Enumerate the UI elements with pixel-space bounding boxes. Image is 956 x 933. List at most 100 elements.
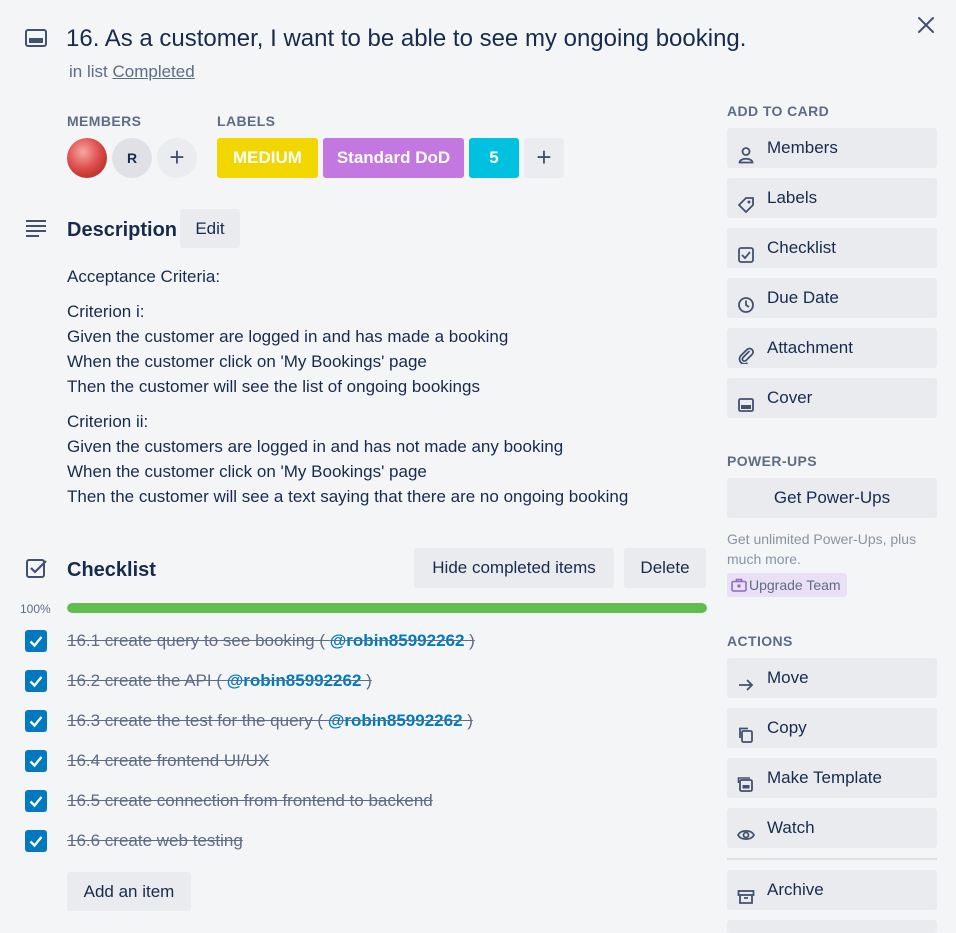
- move-button[interactable]: Move: [727, 658, 937, 698]
- sidebar-divider: [727, 858, 937, 860]
- get-powerups-button[interactable]: Get Power-Ups: [727, 478, 937, 518]
- archive-icon: [737, 881, 755, 904]
- make-template-button[interactable]: Make Template: [727, 758, 937, 798]
- add-member-button[interactable]: +: [157, 138, 197, 178]
- checklist-icon: [25, 557, 49, 586]
- sidebar-button-label: Move: [767, 668, 809, 687]
- sidebar-due-date-button[interactable]: Due Date: [727, 278, 937, 318]
- user-mention[interactable]: @robin85992262: [328, 711, 463, 730]
- sidebar-button-label: Members: [767, 138, 838, 157]
- sidebar-button-label: Make Template: [767, 768, 882, 787]
- label-estimate[interactable]: 5: [469, 138, 519, 178]
- checklist-item-text: 16.3 create the test for the query (: [67, 711, 328, 730]
- checklist-item-text: 16.1 create query to see booking (: [67, 631, 330, 650]
- checklist-item-checkbox[interactable]: [25, 710, 47, 732]
- copy-icon: [737, 719, 755, 743]
- checklist-item-text: 16.4 create frontend UI/UX: [67, 751, 270, 770]
- copy-button[interactable]: Copy: [727, 708, 937, 748]
- label-standard-dod[interactable]: Standard DoD: [323, 138, 464, 178]
- sidebar-cover-button[interactable]: Cover: [727, 378, 937, 418]
- checklist-heading: Checklist: [67, 559, 156, 581]
- upgrade-team-button[interactable]: Upgrade Team: [727, 573, 847, 597]
- user-mention[interactable]: @robin85992262: [227, 671, 362, 690]
- user-mention[interactable]: @robin85992262: [330, 631, 465, 650]
- progress-percent: 100%: [20, 602, 51, 616]
- description-line: Given the customers are logged in and ha…: [67, 437, 564, 456]
- sidebar-button-label: Archive: [767, 880, 824, 899]
- checklist-item-text: 16.5 create connection from frontend to …: [67, 791, 433, 810]
- sidebar-button-label: Watch: [767, 818, 815, 837]
- clock-icon: [737, 289, 755, 313]
- card-title[interactable]: 16. As a customer, I want to be able to …: [66, 24, 746, 54]
- card-icon: [24, 26, 48, 50]
- avatar-photo[interactable]: [67, 138, 107, 178]
- description-line: When the customer click on 'My Bookings'…: [67, 462, 427, 481]
- cover-icon: [737, 389, 755, 412]
- sidebar-labels-button[interactable]: Labels: [727, 178, 937, 218]
- person-icon: [737, 139, 755, 164]
- list-link[interactable]: Completed: [112, 62, 194, 81]
- tag-icon: [737, 189, 755, 214]
- description-line: Given the customer are logged in and has…: [67, 327, 509, 346]
- checklist-item[interactable]: 16.6 create web testing: [67, 831, 243, 851]
- label-medium[interactable]: MEDIUM: [217, 138, 318, 178]
- checklist-item[interactable]: 16.5 create connection from frontend to …: [67, 791, 433, 811]
- hide-completed-button[interactable]: Hide completed items: [414, 548, 614, 588]
- checklist-item-checkbox[interactable]: [25, 630, 47, 652]
- sidebar-attachment-button[interactable]: Attachment: [727, 328, 937, 368]
- description-heading: Description: [67, 219, 178, 241]
- eye-icon: [736, 819, 756, 841]
- archive-button[interactable]: Archive: [727, 870, 937, 910]
- sidebar-checklist-button[interactable]: Checklist: [727, 228, 937, 268]
- description-line: Criterion ii:: [67, 412, 149, 431]
- sidebar-button-label: Labels: [767, 188, 818, 207]
- progress-bar: [67, 603, 707, 613]
- paperclip-icon: [737, 339, 755, 365]
- description-line: Criterion i:: [67, 302, 145, 321]
- sidebar-button-label: Due Date: [767, 288, 839, 307]
- add-to-card-heading: ADD TO CARD: [727, 103, 830, 119]
- checklist-item[interactable]: 16.2 create the API ( @robin85992262 ): [67, 671, 372, 691]
- progress-fill: [67, 603, 707, 613]
- sidebar-button-label: Checklist: [767, 238, 836, 257]
- powerups-heading: POWER-UPS: [727, 453, 817, 469]
- checklist-item[interactable]: 16.1 create query to see booking ( @robi…: [67, 631, 475, 651]
- description-line: Then the customer will see a text saying…: [67, 487, 629, 506]
- delete-checklist-button[interactable]: Delete: [624, 548, 706, 588]
- checklist-item-text: 16.2 create the API (: [67, 671, 227, 690]
- watch-button[interactable]: Watch: [727, 808, 937, 848]
- in-list-prefix: in list: [69, 62, 108, 81]
- checklist-item[interactable]: 16.3 create the test for the query ( @ro…: [67, 711, 473, 731]
- template-icon: [737, 769, 755, 792]
- list-breadcrumb: in list Completed: [69, 62, 195, 82]
- upgrade-label: Upgrade Team: [749, 577, 841, 593]
- checklist-item-checkbox[interactable]: [25, 750, 47, 772]
- sidebar-button-label: Copy: [767, 718, 807, 737]
- sidebar-more-button[interactable]: [727, 920, 937, 933]
- description-line: Then the customer will see the list of o…: [67, 377, 480, 396]
- description-line: When the customer click on 'My Bookings'…: [67, 352, 427, 371]
- sidebar-button-label: Cover: [767, 388, 813, 407]
- sidebar-button-label: Attachment: [767, 338, 853, 357]
- sidebar-members-button[interactable]: Members: [727, 128, 937, 168]
- checkbox-icon: [737, 239, 755, 263]
- description-icon: [24, 218, 48, 245]
- checklist-item-text: 16.6 create web testing: [67, 831, 243, 850]
- edit-description-button[interactable]: Edit: [180, 209, 240, 248]
- checklist-item-checkbox[interactable]: [25, 670, 47, 692]
- add-label-button[interactable]: +: [524, 138, 564, 178]
- checklist-item-checkbox[interactable]: [25, 830, 47, 852]
- avatar-r[interactable]: R: [112, 138, 152, 178]
- checklist-item-checkbox[interactable]: [25, 790, 47, 812]
- actions-heading: ACTIONS: [727, 633, 793, 649]
- close-icon[interactable]: [913, 14, 939, 40]
- checklist-item-suffix: ): [462, 711, 473, 730]
- checklist-item-suffix: ): [361, 671, 372, 690]
- arrow-right-icon: [737, 669, 755, 691]
- description-line: Acceptance Criteria:: [67, 267, 221, 286]
- add-item-button[interactable]: Add an item: [67, 872, 191, 911]
- checklist-item-suffix: ): [464, 631, 475, 650]
- checklist-item[interactable]: 16.4 create frontend UI/UX: [67, 751, 269, 771]
- labels-heading: LABELS: [217, 113, 276, 129]
- briefcase-icon: [731, 575, 747, 599]
